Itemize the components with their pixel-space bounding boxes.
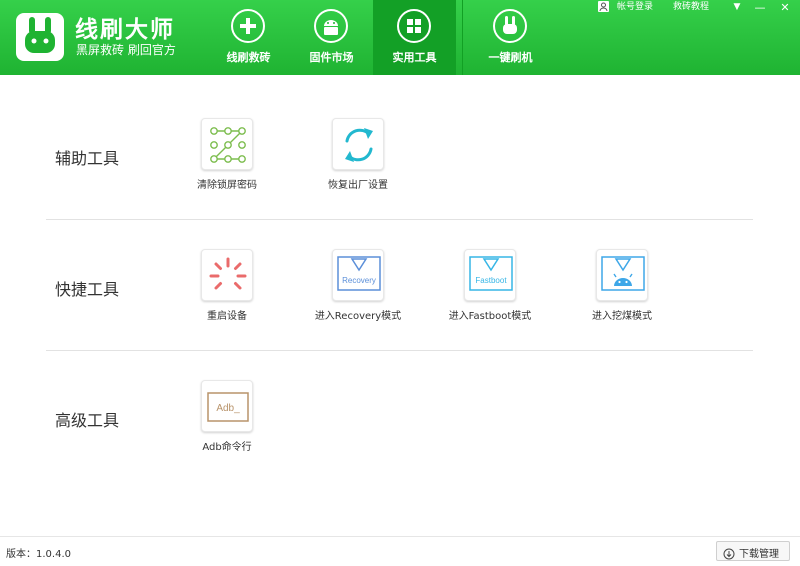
tool-label: 清除锁屏密码 (197, 180, 257, 191)
clear-lock-password-tool[interactable]: 清除锁屏密码 (167, 118, 287, 198)
nav-divider (462, 0, 463, 75)
close-button[interactable]: ✕ (775, 0, 795, 15)
android-download-icon (596, 249, 648, 301)
terminal-icon: Adb_ (201, 380, 253, 432)
reboot-device-tool[interactable]: 重启设备 (167, 249, 287, 329)
fastboot-mode-tool[interactable]: Fastboot 进入Fastboot模式 (430, 249, 550, 329)
tab-one-click-flash[interactable]: 一键刷机 (469, 0, 552, 75)
tab-label: 一键刷机 (488, 51, 533, 64)
version-text: 版本：1.0.4.0 (6, 549, 71, 560)
rabbit-logo-icon (25, 17, 55, 53)
rabbit-icon (493, 9, 527, 43)
pattern-lock-icon (201, 118, 253, 170)
tool-label: 进入挖煤模式 (592, 311, 652, 322)
refresh-icon (332, 118, 384, 170)
download-icon (723, 545, 735, 560)
app-subtitle: 黑屏救砖 刷回官方 (76, 43, 176, 57)
section-title-quick-tools: 快捷工具 (55, 280, 120, 299)
tab-line-flash-rescue[interactable]: 线刷救砖 (207, 0, 290, 75)
tab-label: 实用工具 (392, 51, 437, 64)
recovery-mode-tool[interactable]: Recovery 进入Recovery模式 (298, 249, 418, 329)
svg-text:Adb_: Adb_ (216, 403, 240, 414)
rescue-tutorial-link[interactable]: 救砖教程 (673, 0, 709, 14)
tab-firmware-market[interactable]: 固件市场 (290, 0, 373, 75)
section-divider (46, 219, 753, 220)
tool-label: 进入Fastboot模式 (448, 311, 532, 322)
tab-utility-tools[interactable]: 实用工具 (373, 0, 456, 75)
spinner-icon (201, 249, 253, 301)
plus-circle-icon (231, 9, 265, 43)
recovery-icon: Recovery (332, 249, 384, 301)
svg-text:Fastboot: Fastboot (475, 276, 507, 285)
tab-label: 固件市场 (309, 51, 354, 64)
section-title-aux-tools: 辅助工具 (55, 149, 120, 168)
factory-reset-tool[interactable]: 恢复出厂设置 (298, 118, 418, 198)
download-manager-button[interactable]: 下载管理 (716, 541, 790, 561)
svg-text:Recovery: Recovery (342, 276, 376, 285)
tool-label: 进入Recovery模式 (314, 311, 402, 322)
app-logo (16, 13, 64, 61)
section-title-advanced-tools: 高级工具 (55, 411, 120, 430)
tab-label: 线刷救砖 (226, 51, 271, 64)
account-login-link[interactable]: 帐号登录 (617, 0, 653, 14)
status-bar: 版本：1.0.4.0 下载管理 (0, 536, 800, 566)
minimize-button[interactable]: — (750, 0, 770, 15)
adb-command-line-tool[interactable]: Adb_ Adb命令行 (167, 380, 287, 460)
fastboot-icon: Fastboot (464, 249, 516, 301)
app-header: 线刷大师 黑屏救砖 刷回官方 线刷救砖 固件市场 实用工具 一键刷机 帐号登录 … (0, 0, 800, 75)
section-divider (46, 350, 753, 351)
grid-icon (397, 9, 431, 43)
app-title: 线刷大师 (75, 17, 175, 43)
user-icon (598, 1, 609, 12)
tool-label: 恢复出厂设置 (328, 180, 388, 191)
android-icon (314, 9, 348, 43)
menu-dropdown-button[interactable]: ▼ (727, 0, 747, 15)
download-mode-tool[interactable]: 进入挖煤模式 (562, 249, 682, 329)
tool-label: 重启设备 (207, 311, 247, 322)
tool-label: Adb命令行 (202, 442, 252, 453)
download-manager-label: 下载管理 (739, 549, 779, 560)
